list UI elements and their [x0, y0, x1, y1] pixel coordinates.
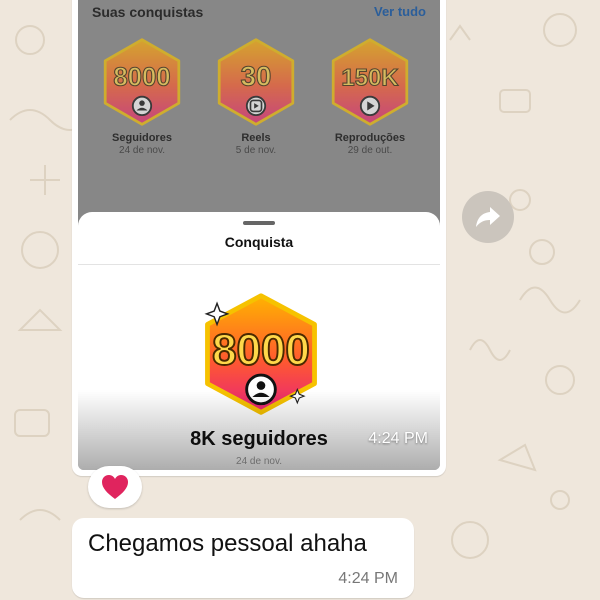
badge-name: Reproduções [334, 132, 406, 144]
badge-name: Seguidores [112, 132, 172, 144]
see-all-link[interactable]: Ver tudo [374, 4, 426, 19]
message-text: Chegamos pessoal ahaha [88, 530, 367, 557]
badge-hexagon-icon: 150K [331, 38, 409, 126]
message-time: 4:24 PM [338, 570, 398, 587]
forward-arrow-icon [476, 207, 500, 227]
followers-badge-icon: 8000 [204, 293, 317, 415]
svg-text:150K: 150K [341, 65, 399, 92]
heart-icon [102, 475, 128, 499]
reaction-badge[interactable] [88, 466, 142, 508]
svg-text:8000: 8000 [113, 64, 170, 92]
badge-name: Reels [241, 132, 271, 144]
svg-text:8000: 8000 [212, 326, 310, 375]
sheet-title: Conquista [224, 234, 294, 250]
badge-plays[interactable]: 150K Reproduções 29 de out. [320, 36, 420, 156]
achievements-list: Suas conquistas Ver tudo 8000 Seguidores… [78, 0, 440, 234]
achievement-screenshot[interactable]: Suas conquistas Ver tudo 8000 Seguidores… [78, 0, 440, 470]
badge-partial-icon [432, 36, 440, 128]
badge-date: 5 de nov. [235, 145, 277, 156]
achievement-date: 24 de nov. [236, 456, 282, 467]
badge-date: 29 de out. [347, 145, 393, 156]
section-title: Suas conquistas [92, 4, 204, 20]
badge-date: 24 de nov. [119, 145, 165, 156]
text-message-bubble[interactable]: Chegamos pessoal ahaha 4:24 PM [72, 518, 414, 598]
image-message-time: 4:24 PM [368, 430, 428, 447]
sheet-handle[interactable] [243, 221, 275, 225]
image-message-bubble[interactable]: Suas conquistas Ver tudo 8000 Seguidores… [72, 0, 446, 476]
svg-text:30: 30 [241, 61, 272, 92]
forward-button[interactable] [462, 191, 514, 243]
badge-reels[interactable]: 30 Reels 5 de nov. [206, 36, 306, 156]
badge-followers[interactable]: 8000 Seguidores 24 de nov. [92, 36, 192, 156]
badge-hexagon-icon: 30 [217, 38, 295, 126]
sheet-divider [78, 264, 440, 265]
badge-hexagon-icon: 8000 [103, 38, 181, 126]
